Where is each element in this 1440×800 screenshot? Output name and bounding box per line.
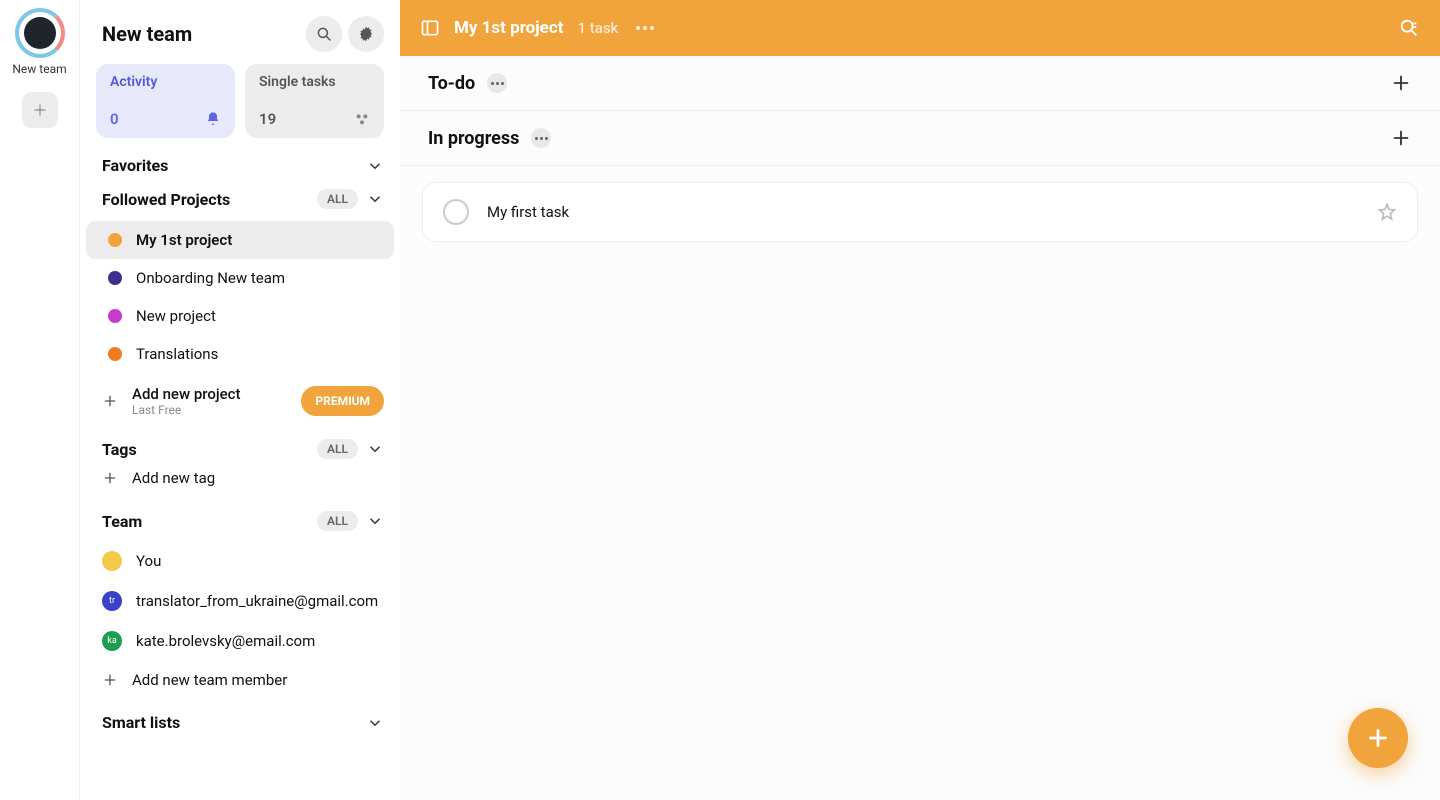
group-title: In progress bbox=[428, 128, 519, 149]
team-header[interactable]: Team ALL bbox=[102, 511, 384, 531]
add-member-button[interactable]: Add new team member bbox=[80, 661, 400, 699]
toggle-panel-icon[interactable] bbox=[420, 18, 440, 38]
task-title: My first task bbox=[487, 203, 569, 221]
smart-lists-label: Smart lists bbox=[102, 713, 180, 732]
project-list: My 1st project Onboarding New team New pro… bbox=[80, 221, 400, 373]
chevron-down-icon[interactable] bbox=[366, 512, 384, 530]
project-topbar: My 1st project 1 task bbox=[400, 0, 1440, 56]
search-icon bbox=[315, 25, 333, 43]
all-pill[interactable]: ALL bbox=[317, 439, 358, 459]
main-panel: My 1st project 1 task To-do In progress … bbox=[400, 0, 1440, 800]
single-tasks-card[interactable]: Single tasks 19 bbox=[245, 64, 384, 138]
task-card[interactable]: My first task bbox=[422, 182, 1418, 242]
project-name: Onboarding New team bbox=[136, 269, 285, 287]
single-tasks-label: Single tasks bbox=[259, 74, 370, 90]
activity-count: 0 bbox=[110, 110, 119, 128]
tags-label: Tags bbox=[102, 440, 137, 459]
all-pill[interactable]: ALL bbox=[317, 511, 358, 531]
member-name: translator_from_ukraine@gmail.com bbox=[136, 592, 378, 610]
bell-icon bbox=[205, 111, 221, 127]
chevron-down-icon[interactable] bbox=[366, 714, 384, 732]
avatar bbox=[102, 551, 122, 571]
chevron-down-icon[interactable] bbox=[366, 440, 384, 458]
gear-icon bbox=[357, 25, 375, 43]
chevron-down-icon[interactable] bbox=[366, 190, 384, 208]
plus-icon bbox=[31, 101, 49, 119]
group-more-button[interactable] bbox=[531, 128, 551, 148]
workspace-rail: New team bbox=[0, 0, 80, 800]
favorites-section-header[interactable]: Favorites bbox=[102, 156, 384, 175]
add-task-button[interactable] bbox=[1390, 72, 1412, 94]
sidebar-project-item[interactable]: My 1st project bbox=[86, 221, 394, 259]
group-title: To-do bbox=[428, 73, 475, 94]
project-color-dot bbox=[108, 271, 122, 285]
avatar: tr bbox=[102, 591, 122, 611]
project-color-dot bbox=[108, 347, 122, 361]
add-workspace-button[interactable] bbox=[22, 92, 58, 128]
all-pill[interactable]: ALL bbox=[317, 189, 358, 209]
project-title: My 1st project bbox=[454, 18, 563, 38]
smart-lists-header[interactable]: Smart lists bbox=[102, 713, 384, 732]
add-project-sub: Last Free bbox=[132, 403, 241, 417]
add-task-fab[interactable] bbox=[1348, 708, 1408, 768]
activity-card[interactable]: Activity 0 bbox=[96, 64, 235, 138]
member-name: kate.brolevsky@email.com bbox=[136, 632, 315, 650]
settings-button[interactable] bbox=[348, 16, 384, 52]
project-name: My 1st project bbox=[136, 231, 232, 249]
favorites-label: Favorites bbox=[102, 156, 168, 175]
workspace-name: New team bbox=[12, 62, 66, 76]
sidebar-project-item[interactable]: Translations bbox=[86, 335, 394, 373]
member-name: You bbox=[136, 552, 161, 570]
plus-icon bbox=[102, 470, 118, 486]
group-more-button[interactable] bbox=[487, 73, 507, 93]
groups-container: To-do In progress My first task bbox=[400, 56, 1440, 800]
avatar: ka bbox=[102, 631, 122, 651]
followed-projects-header[interactable]: Followed Projects ALL bbox=[102, 189, 384, 209]
add-tag-label: Add new tag bbox=[132, 469, 215, 487]
add-member-label: Add new team member bbox=[132, 671, 287, 689]
add-project-row[interactable]: Add new project Last Free PREMIUM bbox=[80, 377, 400, 425]
chevron-down-icon[interactable] bbox=[366, 157, 384, 175]
cluster-icon bbox=[354, 111, 370, 127]
project-name: Translations bbox=[136, 345, 218, 363]
add-task-button[interactable] bbox=[1390, 127, 1412, 149]
filter-icon[interactable] bbox=[1398, 17, 1420, 39]
workspace-avatar[interactable] bbox=[15, 8, 65, 58]
team-member-item[interactable]: You bbox=[80, 541, 400, 581]
plus-icon bbox=[102, 393, 118, 409]
project-color-dot bbox=[108, 233, 122, 247]
project-more-button[interactable] bbox=[632, 22, 658, 34]
followed-projects-label: Followed Projects bbox=[102, 190, 230, 209]
sidebar-project-item[interactable]: Onboarding New team bbox=[86, 259, 394, 297]
project-name: New project bbox=[136, 307, 216, 325]
single-tasks-count: 19 bbox=[259, 110, 276, 128]
sidebar: New team Activity 0 Single tasks 19 bbox=[80, 0, 400, 800]
team-label: Team bbox=[102, 512, 142, 531]
activity-label: Activity bbox=[110, 74, 221, 90]
team-member-item[interactable]: ka kate.brolevsky@email.com bbox=[80, 621, 400, 661]
search-button[interactable] bbox=[306, 16, 342, 52]
project-color-dot bbox=[108, 309, 122, 323]
add-project-label: Add new project bbox=[132, 385, 241, 403]
add-tag-button[interactable]: Add new tag bbox=[80, 459, 400, 497]
task-group-header: To-do bbox=[400, 56, 1440, 111]
task-group-header: In progress bbox=[400, 111, 1440, 166]
task-count: 1 task bbox=[577, 19, 618, 37]
plus-icon bbox=[102, 672, 118, 688]
tags-header[interactable]: Tags ALL bbox=[102, 439, 384, 459]
team-member-item[interactable]: tr translator_from_ukraine@gmail.com bbox=[80, 581, 400, 621]
team-list: You tr translator_from_ukraine@gmail.comka… bbox=[80, 541, 400, 661]
sidebar-title: New team bbox=[102, 22, 192, 46]
star-icon[interactable] bbox=[1377, 202, 1397, 222]
sidebar-project-item[interactable]: New project bbox=[86, 297, 394, 335]
task-checkbox[interactable] bbox=[443, 199, 469, 225]
plus-icon bbox=[1365, 725, 1391, 751]
premium-button[interactable]: PREMIUM bbox=[301, 386, 384, 416]
